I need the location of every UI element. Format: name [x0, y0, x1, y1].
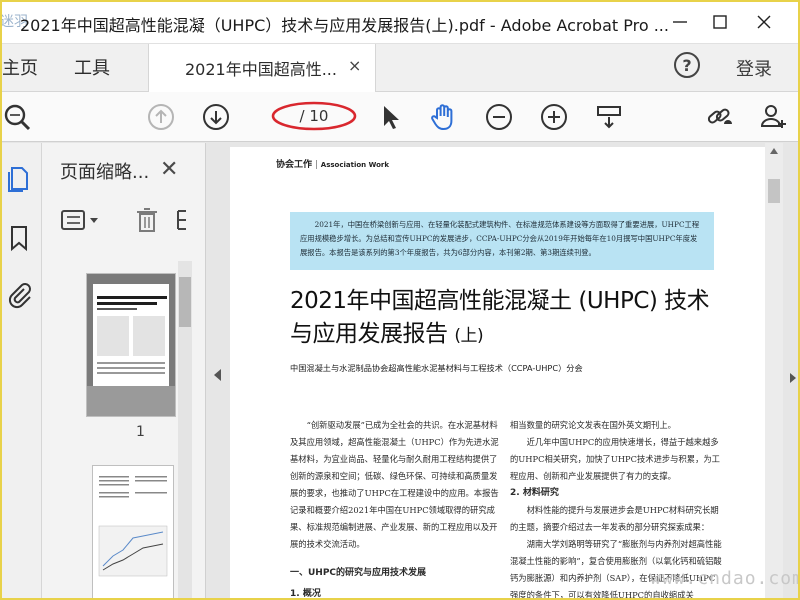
- help-icon[interactable]: ?: [672, 50, 702, 80]
- site-watermark: www.cndao.com: [650, 568, 800, 589]
- document-title: 2021年中国超高性能混凝土 (UHPC) 技术 与应用发展报告 (上): [290, 285, 750, 353]
- zoom-out-icon[interactable]: [484, 102, 514, 132]
- previous-page-icon[interactable]: [146, 102, 176, 132]
- tab-bar: 主页 工具 2021年中国超高性... × ? 登录: [0, 44, 800, 92]
- collapse-panel-arrow-icon[interactable]: [214, 369, 221, 381]
- thumbnails-panel: 页面缩略... ✕ 1: [42, 143, 206, 600]
- left-paragraph: “创新驱动发展”已成为全社会的共识。在水泥基材料及其应用领域，超高性能混凝土（U…: [290, 420, 499, 549]
- left-heading-1: 一、UHPC的研究与应用技术发展: [290, 568, 427, 578]
- tab-home[interactable]: 主页: [2, 54, 38, 80]
- login-button[interactable]: 登录: [736, 55, 772, 81]
- bookmark-icon[interactable]: [4, 223, 34, 253]
- thumbnail-page-number: 1: [136, 424, 145, 440]
- thumbnails-scrollbar[interactable]: [178, 261, 192, 600]
- intro-text: 2021年，中国在桥梁创新与应用、在轻量化装配式建筑构件、在标准规范体系建设等方…: [300, 220, 700, 257]
- right-paragraph-3: 材料性能的提升与发展进步会是UHPC材料研究长期的主题，摘要介绍过去一年发表的部…: [510, 505, 719, 532]
- select-tool-icon[interactable]: [376, 102, 406, 132]
- left-heading-2: 1. 概况: [290, 589, 321, 599]
- expand-right-panel-arrow-icon[interactable]: [790, 373, 796, 383]
- scroll-up-arrow-icon[interactable]: [769, 147, 779, 155]
- left-column: “创新驱动发展”已成为全社会的共识。在水泥基材料及其应用领域，超高性能混凝土（U…: [290, 417, 502, 600]
- zoom-search-icon[interactable]: [2, 102, 32, 132]
- section-header-en: Association Work: [320, 161, 389, 169]
- zoom-in-icon[interactable]: [539, 102, 569, 132]
- right-paragraph-1: 相当数量的研究论文发表在国外英文期刊上。: [510, 420, 676, 430]
- section-header: 协会工作 | Association Work: [276, 160, 389, 170]
- tab-tools[interactable]: 工具: [74, 54, 110, 80]
- minimize-icon[interactable]: [668, 10, 692, 34]
- document-title-line2: 与应用发展报告: [290, 321, 448, 347]
- page-thumbnail-preview-2: [93, 466, 173, 600]
- document-organization: 中国混凝土与水泥制品协会超高性能水泥基材料与工程技术（CCPA-UHPC）分会: [290, 363, 583, 373]
- share-link-icon[interactable]: [704, 102, 734, 132]
- page-thumbnail-1[interactable]: [86, 273, 176, 417]
- svg-text:?: ?: [682, 56, 691, 75]
- navigation-rail: [0, 143, 42, 600]
- red-annotation-ellipse: [271, 101, 357, 131]
- document-title-suffix: (上): [454, 326, 484, 346]
- maximize-icon[interactable]: [708, 10, 732, 34]
- thumbnails-scroll-thumb[interactable]: [179, 277, 191, 327]
- scroll-mode-icon[interactable]: [594, 102, 624, 132]
- document-view[interactable]: 协会工作 | Association Work 2021年，中国在桥梁创新与应用…: [206, 143, 800, 600]
- page-number-field[interactable]: / 10: [270, 100, 358, 132]
- right-heading: 2. 材料研究: [510, 488, 559, 498]
- toolbar: / 10: [0, 92, 800, 142]
- right-paragraph-2: 近几年中国UHPC的应用快速增长，得益于越来越多的UHPC相关研究，加快了UHP…: [510, 437, 720, 481]
- attachment-icon[interactable]: [4, 279, 34, 309]
- close-tab-icon[interactable]: ×: [348, 56, 361, 75]
- close-window-icon[interactable]: [752, 10, 776, 34]
- document-scroll-thumb[interactable]: [768, 179, 780, 203]
- intro-highlight-box: 2021年，中国在桥梁创新与应用、在轻量化装配式建筑构件、在标准规范体系建设等方…: [290, 212, 714, 270]
- hand-tool-icon[interactable]: [428, 102, 458, 132]
- document-title-line1: 2021年中国超高性能混凝土 (UHPC) 技术: [290, 288, 710, 314]
- close-panel-icon[interactable]: ✕: [160, 157, 178, 182]
- tab-document-label: 2021年中国超高性...: [185, 60, 337, 79]
- page-thumbnails-icon[interactable]: [4, 163, 34, 193]
- delete-page-icon[interactable]: [132, 205, 162, 235]
- section-header-cn: 协会工作: [276, 160, 313, 170]
- add-user-icon[interactable]: [758, 102, 788, 132]
- next-page-icon[interactable]: [201, 102, 231, 132]
- tab-document[interactable]: 2021年中国超高性... ×: [148, 44, 376, 92]
- window-title: 2021年中国超高性能混凝（UHPC）技术与应用发展报告(上).pdf - Ad…: [20, 16, 669, 35]
- page-thumbnail-preview: [87, 274, 175, 416]
- title-bar: 迷羽 2021年中国超高性能混凝（UHPC）技术与应用发展报告(上).pdf -…: [0, 0, 800, 44]
- thumbnails-toolbar: [42, 199, 206, 241]
- pdf-page: 协会工作 | Association Work 2021年，中国在桥梁创新与应用…: [230, 147, 766, 600]
- thumbnails-panel-title: 页面缩略...: [60, 162, 150, 183]
- page-thumbnail-2[interactable]: [92, 465, 174, 600]
- document-scrollbar[interactable]: [765, 143, 783, 600]
- more-tools-icon[interactable]: [174, 205, 188, 235]
- thumbnail-options-icon[interactable]: [58, 205, 104, 235]
